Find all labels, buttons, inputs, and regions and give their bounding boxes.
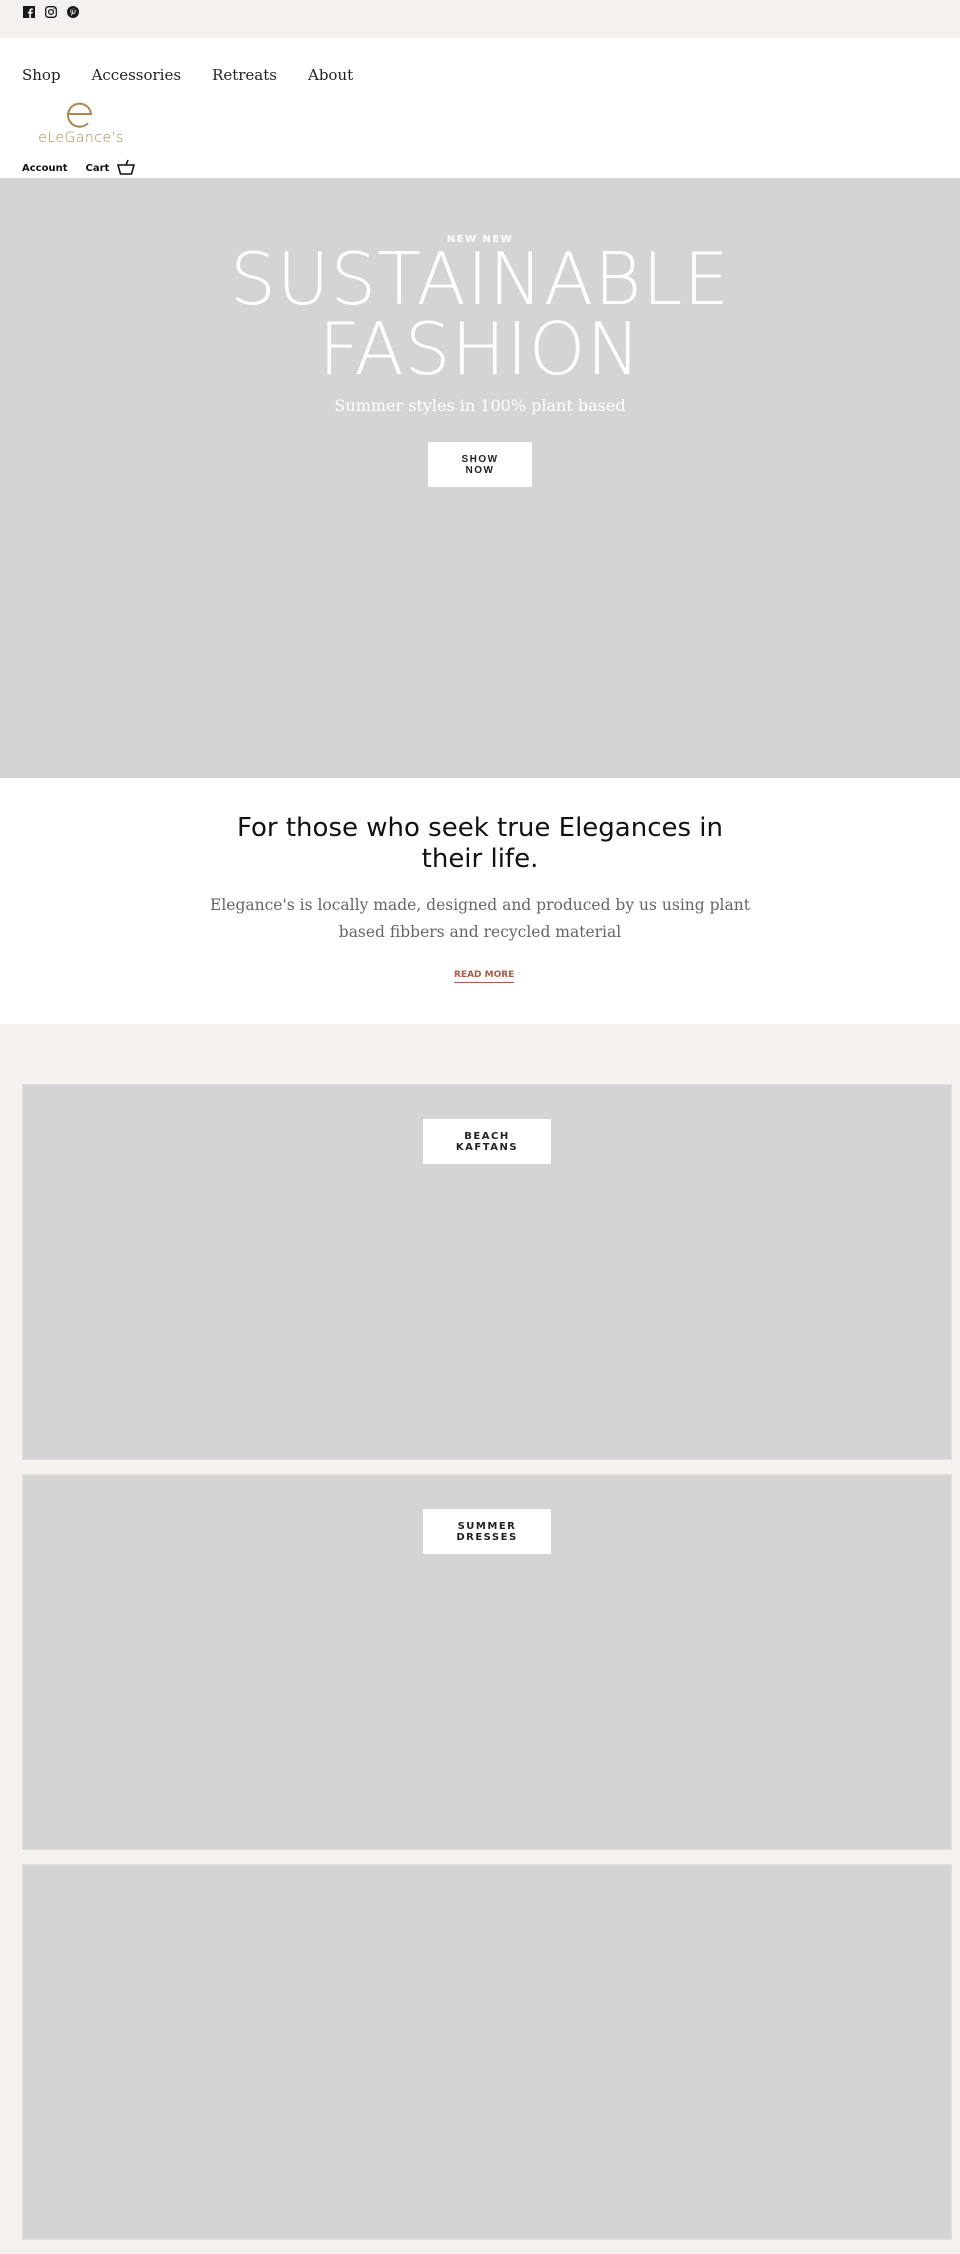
button-line1: SHOW — [461, 453, 499, 465]
intro-body: Elegance's is locally made, designed and… — [210, 896, 750, 941]
hero-title: SUSTAINABLE FASHION — [0, 243, 960, 385]
hero-banner: NEW NEW SUSTAINABLE FASHION Summer style… — [0, 178, 960, 778]
account-row: Account Cart — [22, 159, 136, 178]
show-now-button[interactable]: SHOW NOW — [428, 442, 532, 487]
collection-tile-beach-kaftans[interactable]: BEACH KAFTANS — [22, 1084, 952, 1460]
collection-tile-summer-dresses[interactable]: SUMMER DRESSES — [22, 1474, 952, 1850]
cart-link[interactable]: Cart — [85, 159, 136, 178]
button-line2: NOW — [465, 464, 495, 476]
intro-section: For those who seek true Elegances in the… — [0, 778, 960, 1024]
hero-subtitle: Summer styles in 100% plant based — [334, 396, 626, 415]
intro-heading: For those who seek true Elegances in the… — [236, 813, 724, 874]
collection-tiles: BEACH KAFTANS SUMMER DRESSES — [0, 1024, 960, 2240]
label-line2: DRESSES — [456, 1531, 518, 1543]
nav-item-shop[interactable]: Shop — [22, 66, 61, 84]
facebook-icon[interactable] — [22, 5, 35, 18]
brand-wordmark: eLeGance's — [38, 130, 124, 145]
nav-item-retreats[interactable]: Retreats — [212, 66, 277, 84]
cart-label: Cart — [85, 163, 110, 174]
label-line1: BEACH — [464, 1130, 510, 1142]
collection-label[interactable]: SUMMER DRESSES — [423, 1509, 551, 1554]
brand-logo[interactable]: eLeGance's — [38, 99, 124, 146]
main-nav: Shop Accessories Retreats About — [22, 66, 353, 84]
collection-tile[interactable] — [22, 1864, 952, 2240]
nav-item-about[interactable]: About — [308, 66, 353, 84]
site-header: Shop Accessories Retreats About eLeGance… — [0, 38, 960, 178]
pinterest-icon[interactable] — [66, 5, 79, 18]
nav-item-accessories[interactable]: Accessories — [92, 66, 181, 84]
instagram-icon[interactable] — [44, 5, 57, 18]
label-line2: KAFTANS — [455, 1141, 519, 1153]
label-line1: SUMMER — [457, 1520, 517, 1532]
read-more-link[interactable]: READ MORE — [454, 970, 515, 983]
account-link[interactable]: Account — [22, 163, 67, 174]
collection-label[interactable]: BEACH KAFTANS — [423, 1119, 551, 1164]
social-bar — [0, 0, 960, 38]
hero-title-line2: FASHION — [318, 307, 642, 391]
basket-icon — [117, 159, 136, 178]
